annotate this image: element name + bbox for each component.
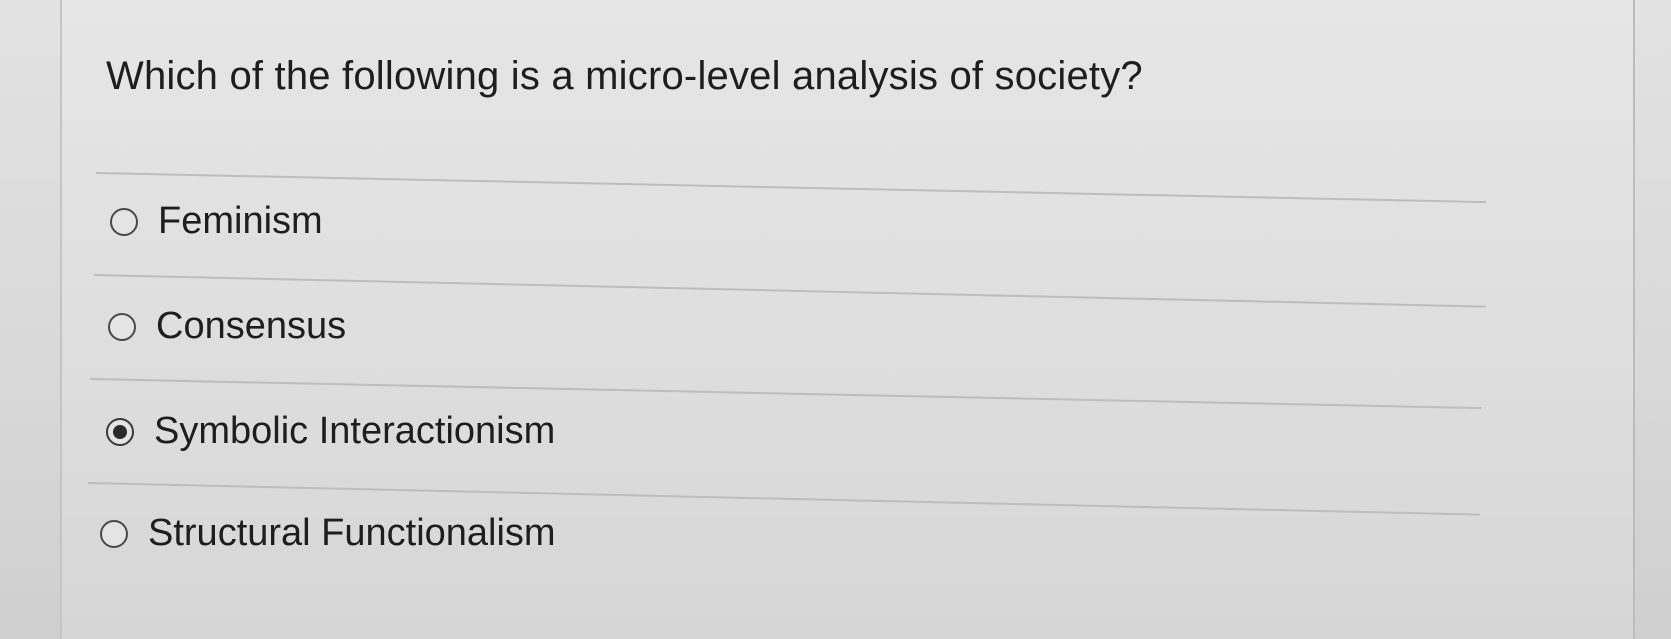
option-label: Feminism — [158, 200, 323, 242]
divider — [89, 378, 1482, 410]
radio-button[interactable] — [110, 207, 138, 236]
option-label: Structural Functionalism — [148, 512, 556, 554]
divider — [95, 172, 1486, 204]
divider — [87, 482, 1480, 516]
question-card: Which of the following is a micro-level … — [60, 0, 1635, 639]
answer-option-feminism[interactable]: Feminism — [110, 200, 323, 243]
question-text: Which of the following is a micro-level … — [106, 54, 1143, 98]
answer-option-symbolic-interactionism[interactable]: Symbolic Interactionism — [106, 410, 555, 453]
answer-option-consensus[interactable]: Consensus — [108, 305, 346, 348]
radio-button-selected[interactable] — [106, 417, 134, 446]
option-label: Symbolic Interactionism — [154, 410, 556, 452]
option-label: Consensus — [156, 305, 347, 347]
divider — [93, 274, 1486, 308]
radio-button[interactable] — [108, 312, 136, 341]
radio-button[interactable] — [100, 519, 128, 548]
answer-option-structural-functionalism[interactable]: Structural Functionalism — [100, 512, 556, 555]
